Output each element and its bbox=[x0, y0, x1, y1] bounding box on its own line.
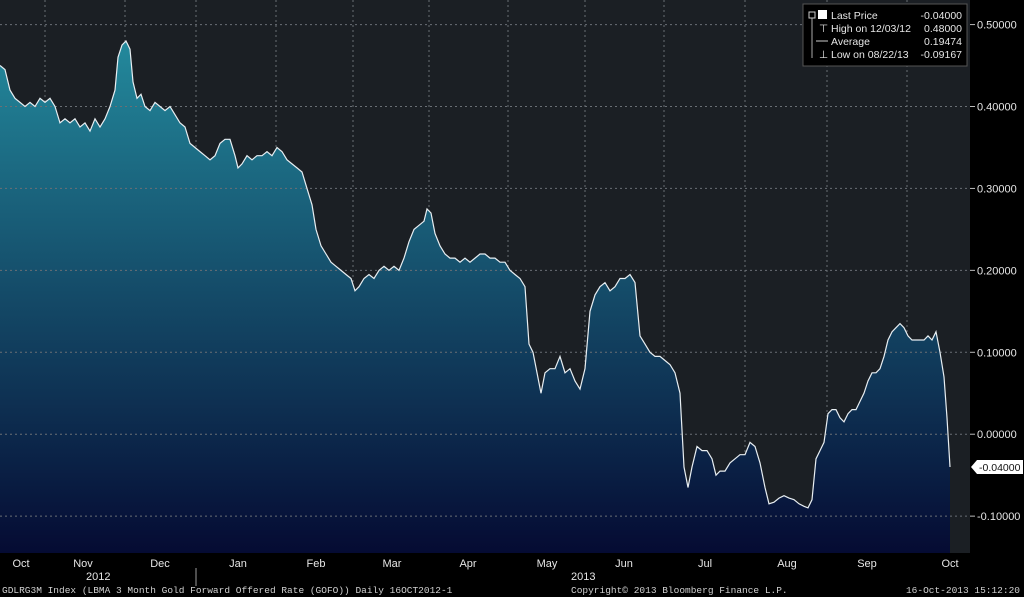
legend-avg-label: Average bbox=[831, 36, 870, 48]
y-tick-label: 0.30000 bbox=[977, 183, 1017, 195]
low-marker-icon: ⊥ bbox=[819, 49, 828, 61]
y-tick-label: -0.10000 bbox=[977, 511, 1020, 523]
x-tick-label: Jul bbox=[698, 558, 712, 570]
x-tick-label: Oct bbox=[941, 558, 958, 570]
last-value-tag-text: -0.04000 bbox=[979, 462, 1021, 474]
year-label-2012: 2012 bbox=[86, 571, 110, 583]
x-tick-label: Feb bbox=[307, 558, 326, 570]
y-tick-label: 0.40000 bbox=[977, 102, 1017, 114]
last-price-swatch-icon bbox=[818, 10, 827, 19]
legend-last-label: Last Price bbox=[831, 10, 878, 22]
x-tick-label: Oct bbox=[12, 558, 29, 570]
x-tick-label: Mar bbox=[383, 558, 402, 570]
x-tick-label: Nov bbox=[73, 558, 93, 570]
chart: 0.50000 0.40000 0.30000 0.20000 0.10000 0.000… bbox=[0, 0, 1024, 597]
x-tick-label: Jun bbox=[615, 558, 633, 570]
x-tick-label: Dec bbox=[150, 558, 170, 570]
year-label-2013: 2013 bbox=[571, 571, 595, 583]
x-tick-label: Aug bbox=[777, 558, 797, 570]
x-tick-label: Jan bbox=[229, 558, 247, 570]
legend-last-value: -0.04000 bbox=[921, 10, 963, 22]
legend-low-value: -0.09167 bbox=[921, 49, 963, 61]
footer-copyright: Copyright© 2013 Bloomberg Finance L.P. bbox=[571, 585, 788, 596]
y-tick-label: 0.00000 bbox=[977, 429, 1017, 441]
x-tick-label: Apr bbox=[459, 558, 476, 570]
legend-high-value: 0.48000 bbox=[924, 23, 962, 35]
x-tick-label: May bbox=[537, 558, 558, 570]
legend-high-label: High on 12/03/12 bbox=[831, 23, 911, 35]
legend: Last Price -0.04000 ⊤ High on 12/03/12 0… bbox=[802, 3, 968, 67]
footer-ticker: GDLRG3M Index (LBMA 3 Month Gold Forward… bbox=[2, 585, 453, 596]
y-tick-label: 0.10000 bbox=[977, 347, 1017, 359]
footer-timestamp: 16-Oct-2013 15:12:20 bbox=[906, 585, 1020, 596]
y-tick-label: 0.20000 bbox=[977, 265, 1017, 277]
legend-low-label: Low on 08/22/13 bbox=[831, 49, 909, 61]
y-tick-label: 0.50000 bbox=[977, 20, 1017, 32]
high-marker-icon: ⊤ bbox=[819, 23, 828, 35]
legend-avg-value: 0.19474 bbox=[924, 36, 962, 48]
x-tick-label: Sep bbox=[857, 558, 877, 570]
last-value-tag: -0.04000 bbox=[971, 459, 1023, 474]
